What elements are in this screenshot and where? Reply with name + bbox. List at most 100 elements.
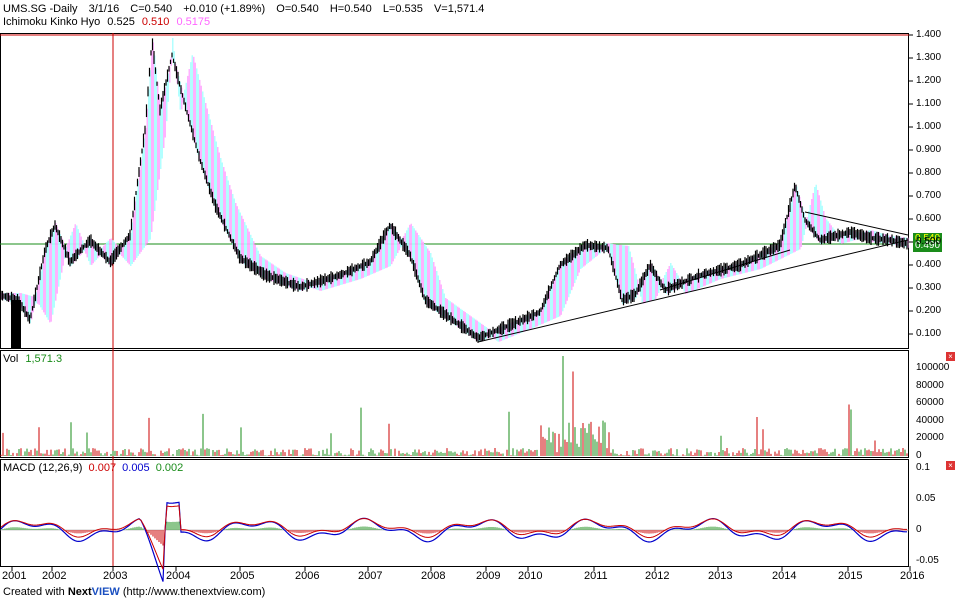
volume-tick-label: 80000 xyxy=(916,379,944,391)
cloud-segment xyxy=(230,189,232,242)
macd-tick-label: 0 xyxy=(916,524,922,535)
volume-label-group: Vol 1,571.3 xyxy=(3,353,62,365)
cloud-segment xyxy=(214,136,216,206)
cloud-segment xyxy=(56,226,58,294)
cloud-segment xyxy=(815,184,817,238)
volume-pane-frame xyxy=(0,350,909,458)
cloud-segment xyxy=(221,162,223,223)
cloud-segment xyxy=(160,108,162,169)
cloud-segment xyxy=(151,50,153,232)
cloud-segment xyxy=(154,55,156,211)
cloud-segment xyxy=(44,250,46,315)
trendline-support xyxy=(477,239,909,343)
cloud-segment xyxy=(212,130,214,202)
cloud-segment xyxy=(562,261,564,312)
cloud-segment xyxy=(149,70,151,240)
cloud-segment xyxy=(197,74,199,155)
cloud-segment xyxy=(200,85,202,166)
cloud-segment xyxy=(208,114,210,188)
price-tick-label: 0.400 xyxy=(916,259,942,270)
macd-label: MACD (12,26,9) xyxy=(3,462,83,474)
cloud-segment xyxy=(163,94,165,148)
footer-brand-b: VIEW xyxy=(91,586,120,598)
cloud-segment xyxy=(133,212,135,262)
price-chart[interactable] xyxy=(0,0,957,600)
cloud-segment xyxy=(232,194,234,246)
cloud-segment xyxy=(196,68,198,150)
volume-tick-label: 40000 xyxy=(916,414,944,426)
price-tick-label: 0.300 xyxy=(916,282,942,293)
cloud-segment xyxy=(389,223,391,267)
cloud-segment xyxy=(217,147,219,214)
price-tick-label: 0.600 xyxy=(916,213,942,224)
cloud-segment xyxy=(191,55,193,133)
year-label: 2002 xyxy=(42,570,67,582)
cloud-segment xyxy=(146,108,148,244)
cloud-segment xyxy=(161,101,163,159)
cloud-segment xyxy=(194,62,196,144)
macd-v3: 0.002 xyxy=(155,462,184,474)
price-tick-label: 0.100 xyxy=(916,328,942,339)
year-label: 2015 xyxy=(838,570,863,582)
year-label: 2008 xyxy=(421,570,446,582)
price-tick-label: 0.800 xyxy=(916,167,942,178)
cloud-segment xyxy=(55,223,57,301)
cloud-segment xyxy=(148,89,150,242)
cloud-segment xyxy=(199,79,201,161)
macd-v1: 0.007 xyxy=(88,462,117,474)
macd-tick-label: 0.1 xyxy=(916,462,930,473)
cloud-segment xyxy=(142,149,144,250)
cloud-segment xyxy=(794,185,796,252)
close-volume-icon[interactable]: × xyxy=(946,352,955,361)
cloud-segment xyxy=(211,125,213,197)
cloud-segment xyxy=(166,80,168,122)
cloud-segment xyxy=(137,180,139,256)
cloud-segment xyxy=(41,264,43,310)
macd-tick-label: -0.05 xyxy=(916,555,939,566)
cloud-segment xyxy=(560,262,562,315)
cloud-segment xyxy=(53,226,55,308)
macd-tick-label: 0.05 xyxy=(916,493,936,504)
volume-tick-label: 0 xyxy=(916,449,922,461)
cloud-segment xyxy=(206,108,208,184)
cloud-segment xyxy=(209,119,211,193)
price-tick-label: 0.500 xyxy=(916,236,942,247)
cloud-segment xyxy=(50,234,52,322)
price-gap-bar xyxy=(11,300,21,348)
cloud-segment xyxy=(388,226,390,267)
close-macd-icon[interactable]: × xyxy=(946,461,955,470)
macd-pane-frame xyxy=(0,459,909,567)
cloud-segment xyxy=(554,275,556,319)
price-tick-label: 1.400 xyxy=(916,29,942,40)
cloud-segment xyxy=(202,91,204,170)
cloud-segment xyxy=(152,42,154,222)
cloud-segment xyxy=(155,68,157,201)
cloud-segment xyxy=(563,260,565,308)
cloud-segment xyxy=(205,103,207,179)
footer-brand-a: Next xyxy=(67,586,92,598)
volume-tick-label: 60000 xyxy=(916,397,944,408)
footer-url[interactable]: (http://www.thenextview.com) xyxy=(123,586,265,598)
price-tick-label: 1.200 xyxy=(916,75,942,86)
volume-bars xyxy=(0,356,908,456)
year-label: 2001 xyxy=(2,570,27,582)
cloud-segment xyxy=(791,197,793,254)
cloud-segment xyxy=(139,170,141,254)
year-label: 2012 xyxy=(645,570,670,582)
trendline-channel xyxy=(659,249,791,291)
cloud-segment xyxy=(226,176,228,233)
macd-v2: 0.005 xyxy=(122,462,150,474)
cloud-segment xyxy=(550,286,552,321)
cloud-segment xyxy=(557,268,559,318)
cloud-segment xyxy=(559,265,561,317)
price-tick-label: 1.300 xyxy=(916,52,942,63)
year-label: 2013 xyxy=(708,570,733,582)
cloud-segment xyxy=(203,97,205,175)
price-tick-label: 0.900 xyxy=(916,144,942,155)
year-label: 2003 xyxy=(103,570,128,582)
year-label: 2011 xyxy=(584,570,608,582)
cloud-segment xyxy=(218,152,220,217)
cloud-segment xyxy=(193,56,195,139)
cloud-segment xyxy=(43,257,45,313)
cloud-segment xyxy=(49,238,51,323)
